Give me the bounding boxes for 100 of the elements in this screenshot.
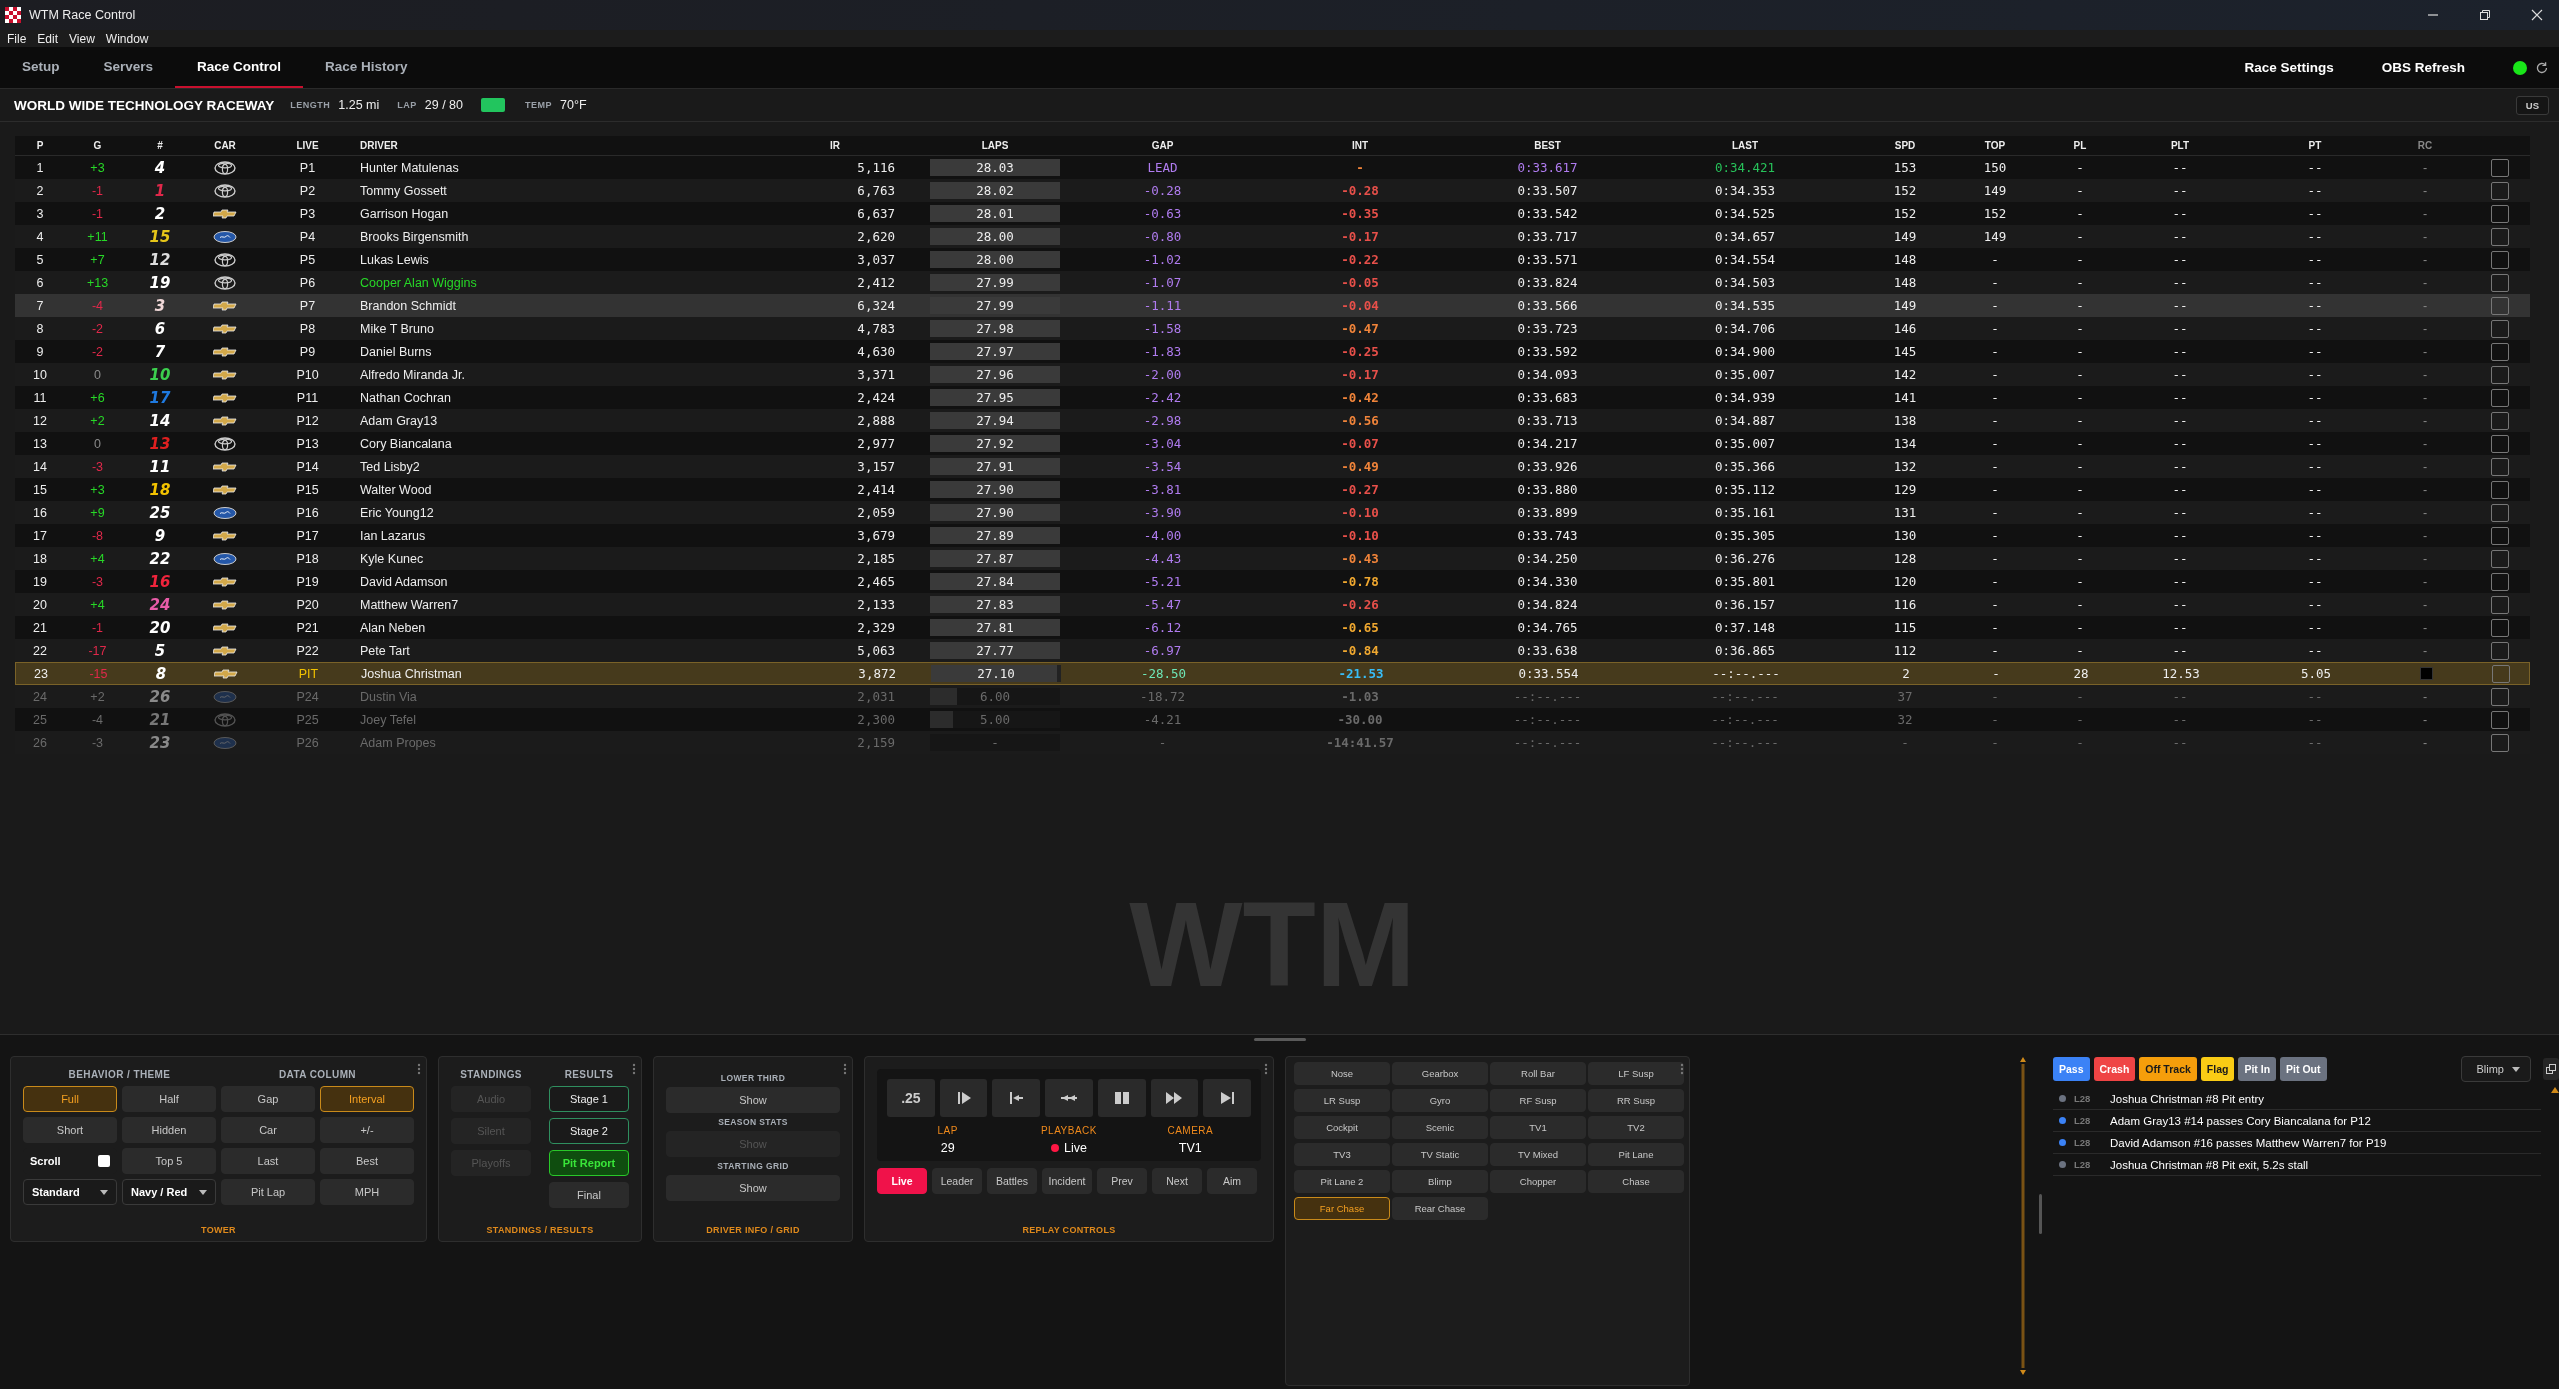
filter-chip[interactable]: Off Track <box>2139 1057 2197 1081</box>
table-row[interactable]: 1 +3 4 P1 Hunter Matulenas 5,116 28.03 LEAD - 0:33.617 0:34.421 153 150 - -- -- - <box>15 156 2530 179</box>
table-row[interactable]: 23 -15 8 PIT Joshua Christman 3,872 27.10 -28.50 -21.53 0:33.554 --:--.--- 2 - 28 12.53 5.05 <box>15 662 2530 685</box>
units-button[interactable]: US <box>2515 95 2549 115</box>
skip-end-button[interactable] <box>1203 1079 1252 1117</box>
table-row[interactable]: 9 -2 7 P9 Daniel Burns 4,630 27.97 -1.83 -0.25 0:33.592 0:34.900 145 - - -- -- - <box>15 340 2530 363</box>
table-row[interactable]: 17 -8 9 P17 Ian Lazarus 3,679 27.89 -4.00 -0.10 0:33.743 0:35.305 130 - - -- -- - <box>15 524 2530 547</box>
option-button[interactable]: Car <box>221 1117 315 1143</box>
mode-button[interactable]: Live <box>877 1168 927 1194</box>
row-checkbox[interactable] <box>2491 595 2509 614</box>
camera-button[interactable]: Gearbox <box>1392 1062 1488 1085</box>
camera-button[interactable]: TV Mixed <box>1490 1143 1586 1166</box>
filter-chip[interactable]: Crash <box>2093 1057 2136 1081</box>
camera-button[interactable]: TV2 <box>1588 1116 1684 1139</box>
option-button[interactable]: Hidden <box>122 1117 216 1143</box>
option-button[interactable]: Stage 2 <box>549 1118 629 1144</box>
row-checkbox[interactable] <box>2491 296 2509 315</box>
table-row[interactable]: 3 -1 2 P3 Garrison Hogan 6,637 28.01 -0.63 -0.35 0:33.542 0:34.525 152 152 - -- -- - <box>15 202 2530 225</box>
table-row[interactable]: 5 +7 12 P5 Lukas Lewis 3,037 28.00 -1.02 -0.22 0:33.571 0:34.554 148 - - -- -- - <box>15 248 2530 271</box>
row-checkbox[interactable] <box>2491 342 2509 361</box>
play-button[interactable] <box>939 1079 988 1117</box>
menu-item[interactable]: Window <box>105 31 149 46</box>
dropdown[interactable]: Standard <box>23 1179 117 1205</box>
row-checkbox[interactable] <box>2491 687 2509 706</box>
option-button[interactable]: MPH <box>320 1179 414 1205</box>
show-button[interactable]: Show <box>666 1175 840 1201</box>
option-button[interactable]: Top 5 <box>122 1148 216 1174</box>
row-checkbox[interactable] <box>2491 365 2509 384</box>
option-button[interactable]: Stage 1 <box>549 1086 629 1112</box>
more-icon[interactable] <box>1264 1063 1268 1075</box>
dropdown[interactable]: Navy / Red <box>122 1179 216 1205</box>
popout-button[interactable] <box>2543 1058 2559 1080</box>
camera-button[interactable]: Cockpit <box>1294 1116 1390 1139</box>
row-checkbox[interactable] <box>2491 641 2509 660</box>
row-checkbox[interactable] <box>2491 227 2509 246</box>
tab[interactable]: Race History <box>303 47 430 88</box>
filter-chip[interactable]: Flag <box>2200 1057 2235 1081</box>
table-row[interactable]: 7 -4 3 P7 Brandon Schmidt 6,324 27.99 -1.11 -0.04 0:33.566 0:34.535 149 - - -- -- - <box>15 294 2530 317</box>
row-checkbox[interactable] <box>2491 158 2509 177</box>
rewind-button[interactable] <box>1045 1079 1093 1117</box>
mode-button[interactable]: Next <box>1152 1168 1202 1194</box>
camera-button[interactable]: TV1 <box>1490 1116 1586 1139</box>
camera-button[interactable]: TV Static <box>1392 1143 1488 1166</box>
tab[interactable]: Servers <box>81 47 176 88</box>
option-button[interactable]: Short <box>23 1117 117 1143</box>
row-checkbox[interactable] <box>2491 204 2509 223</box>
option-button[interactable]: Last <box>221 1148 315 1174</box>
mode-button[interactable]: Aim <box>1207 1168 1257 1194</box>
more-icon[interactable] <box>632 1063 636 1075</box>
filter-chip[interactable]: Pit In <box>2238 1057 2277 1081</box>
mode-button[interactable]: Prev <box>1097 1168 1147 1194</box>
pause-button[interactable] <box>1097 1079 1146 1117</box>
option-button[interactable]: Pit Report <box>549 1150 629 1176</box>
option-button[interactable]: +/- <box>320 1117 414 1143</box>
filter-chip[interactable]: Pit Out <box>2280 1057 2327 1081</box>
row-checkbox[interactable] <box>2491 434 2509 453</box>
checkbox[interactable] <box>98 1155 110 1167</box>
option-button[interactable]: Pit Lap <box>221 1179 315 1205</box>
table-row[interactable]: 25 -4 21 P25 Joey Tefel 2,300 5.00 -4.21 -30.00 --:--.--- --:--.--- 32 - - -- -- - <box>15 708 2530 731</box>
scroll-thumb[interactable] <box>2039 1194 2042 1234</box>
row-checkbox[interactable] <box>2491 572 2509 591</box>
table-row[interactable]: 15 +3 18 P15 Walter Wood 2,414 27.90 -3.81 -0.27 0:33.880 0:35.112 129 - - -- -- - <box>15 478 2530 501</box>
table-row[interactable]: 13 0 13 P13 Cory Biancalana 2,977 27.92 -3.04 -0.07 0:34.217 0:35.007 134 - - -- -- - <box>15 432 2530 455</box>
camera-button[interactable]: Pit Lane <box>1588 1143 1684 1166</box>
menu-item[interactable]: File <box>7 31 27 46</box>
camera-button[interactable]: Scenic <box>1392 1116 1488 1139</box>
row-checkbox[interactable] <box>2491 388 2509 407</box>
camera-button[interactable]: Chase <box>1588 1170 1684 1193</box>
show-button[interactable]: Show <box>666 1087 840 1113</box>
mode-button[interactable]: Incident <box>1042 1168 1092 1194</box>
row-checkbox[interactable] <box>2491 319 2509 338</box>
row-checkbox[interactable] <box>2491 549 2509 568</box>
option-button[interactable]: Interval <box>320 1086 414 1112</box>
filter-chip[interactable]: Pass <box>2053 1057 2090 1081</box>
row-checkbox[interactable] <box>2491 250 2509 269</box>
row-checkbox[interactable] <box>2491 273 2509 292</box>
camera-button[interactable]: Gyro <box>1392 1089 1488 1112</box>
camera-button[interactable]: LF Susp <box>1588 1062 1684 1085</box>
menu-item[interactable]: Edit <box>37 31 59 46</box>
row-checkbox[interactable] <box>2492 664 2510 683</box>
row-checkbox[interactable] <box>2491 710 2509 729</box>
camera-button[interactable]: TV3 <box>1294 1143 1390 1166</box>
row-checkbox[interactable] <box>2491 733 2509 752</box>
mode-button[interactable]: Battles <box>987 1168 1037 1194</box>
more-icon[interactable] <box>417 1063 421 1075</box>
camera-button[interactable]: Far Chase <box>1294 1197 1390 1220</box>
camera-button[interactable]: Pit Lane 2 <box>1294 1170 1390 1193</box>
row-checkbox[interactable] <box>2491 503 2509 522</box>
mode-button[interactable]: Leader <box>932 1168 982 1194</box>
camera-button[interactable]: RF Susp <box>1490 1089 1586 1112</box>
scroll-up-icon[interactable] <box>2551 1087 2559 1093</box>
row-checkbox[interactable] <box>2491 618 2509 637</box>
row-checkbox[interactable] <box>2491 457 2509 476</box>
option-button[interactable]: Half <box>122 1086 216 1112</box>
option-button[interactable]: Gap <box>221 1086 315 1112</box>
tab[interactable]: Setup <box>0 47 82 88</box>
camera-button[interactable]: Rear Chase <box>1392 1197 1488 1220</box>
camera-button[interactable]: LR Susp <box>1294 1089 1390 1112</box>
resize-handle[interactable] <box>1253 1038 1306 1041</box>
row-checkbox[interactable] <box>2491 411 2509 430</box>
